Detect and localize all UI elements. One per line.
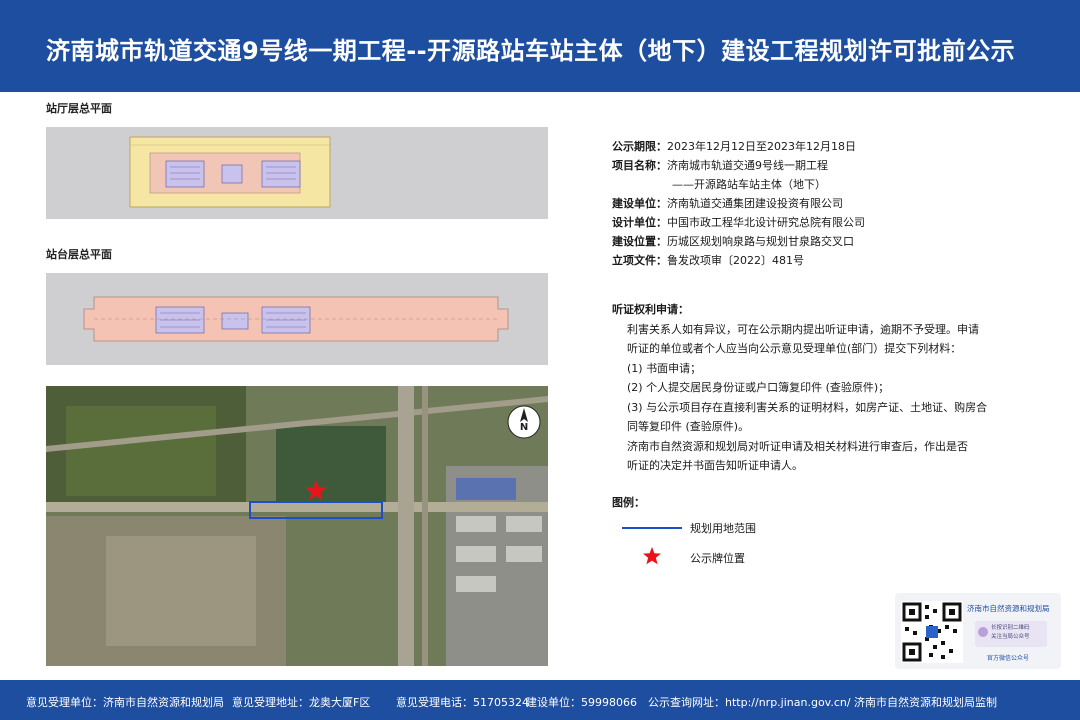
- hearing-item-1: (1) 书面申请；: [627, 361, 702, 375]
- qr-caption: 官方微信公众号: [987, 655, 1030, 662]
- site-map: N: [46, 386, 548, 666]
- hearing-item-2: (2) 个人提交居民身份证或户口簿复印件 (查验原件)；: [627, 381, 890, 394]
- hearing-line-3: 济南市自然资源和规划局对听证申请及相关材料进行审查后，作出是否: [627, 439, 968, 453]
- info-location: 建设位置：历城区规划响泉路与规划甘泉路交叉口: [612, 235, 854, 248]
- platform-plan: [46, 273, 548, 365]
- platform-plan-drawing: [83, 296, 509, 342]
- project-info: 公示期限：2023年12月12日至2023年12月18日 项目名称：济南城市轨道…: [612, 137, 865, 270]
- qr-badge: 长按识别二维码 关注当局公众号: [975, 621, 1047, 647]
- hearing-line-2: 听证的单位或者个人应当向公示意见受理单位(部门）提交下列材料：: [627, 342, 962, 355]
- info-period: 公示期限：2023年12月12日至2023年12月18日: [612, 140, 856, 153]
- hearing-line-4: 听证的决定并书面告知听证申请人。: [627, 459, 803, 472]
- hearing-section: 听证权利申请： 利害关系人如有异议，可在公示期内提出听证申请，逾期不予受理。申请…: [612, 300, 1062, 476]
- platform-plan-label: 站台层总平面: [46, 248, 112, 261]
- info-approval: 立项文件：鲁发改项审〔2022〕481号: [612, 254, 804, 267]
- footer-dept: 意见受理单位：济南市自然资源和规划局: [26, 696, 224, 709]
- boundary-line-icon: [622, 527, 682, 529]
- legend: 图例： 规划用地范围 公示牌位置: [612, 494, 756, 565]
- page-title: 济南城市轨道交通9号线一期工程--开源路站车站主体（地下）建设工程规划许可批前公…: [46, 37, 1016, 65]
- hearing-line-1: 利害关系人如有异议，可在公示期内提出听证申请，逾期不予受理。申请: [627, 322, 979, 336]
- footer-builder: 建设单位：59998066: [526, 696, 637, 709]
- footer-bar: 意见受理单位：济南市自然资源和规划局 意见受理地址：龙奥大厦F区 意见受理电话：…: [0, 680, 1080, 720]
- hearing-item-3b: 同等复印件 (查验原件)。: [627, 420, 750, 433]
- legend-title: 图例：: [612, 496, 645, 509]
- title-banner: 济南城市轨道交通9号线一期工程--开源路站车站主体（地下）建设工程规划许可批前公…: [0, 0, 1080, 92]
- footer-address: 意见受理地址：龙奥大厦F区: [232, 696, 371, 709]
- site-map-drawing: N: [46, 386, 548, 666]
- concourse-plan-label: 站厅层总平面: [46, 102, 112, 115]
- hearing-item-3a: (3) 与公示项目存在直接利害关系的证明材料，如房产证、土地证、购房合: [627, 400, 988, 414]
- star-icon: [643, 547, 661, 565]
- info-builder: 建设单位：济南轨道交通集团建设投资有限公司: [612, 197, 843, 210]
- legend-boundary-label: 规划用地范围: [690, 522, 756, 535]
- qr-badge-text-2: 关注当局公众号: [991, 634, 1030, 640]
- info-designer: 设计单位：中国市政工程华北设计研究总院有限公司: [612, 216, 865, 229]
- north-arrow-label: N: [520, 422, 528, 433]
- qr-code-icon[interactable]: [901, 601, 963, 663]
- concourse-plan-drawing: [129, 136, 331, 208]
- qr-code-panel: 济南市自然资源和规划局 长按识别二维码 关注当局公众号 官方微信公众号: [895, 593, 1061, 669]
- legend-sign-label: 公示牌位置: [690, 552, 745, 565]
- footer-website[interactable]: 公示查询网址：http://nrp.jinan.gov.cn/ 济南市自然资源和…: [648, 694, 997, 710]
- qr-badge-text-1: 长按识别二维码: [991, 625, 1030, 631]
- info-project: 项目名称：济南城市轨道交通9号线一期工程: [612, 159, 828, 172]
- info-project-sub: ——开源路站车站主体（地下）: [672, 178, 826, 191]
- wechat-icon: [978, 627, 988, 637]
- hearing-title: 听证权利申请：: [612, 303, 689, 316]
- qr-org-name: 济南市自然资源和规划局: [967, 604, 1050, 613]
- concourse-plan: [46, 127, 548, 219]
- footer-phone: 意见受理电话：51705324: [396, 696, 529, 709]
